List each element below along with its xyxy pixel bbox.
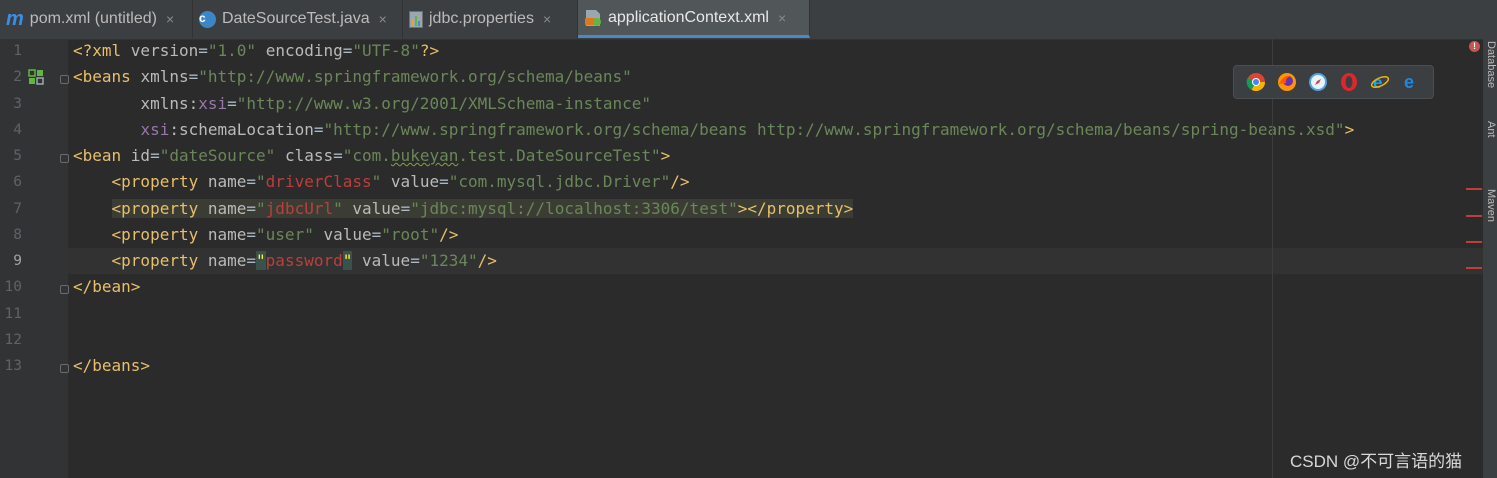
close-icon[interactable]: ×: [778, 10, 786, 26]
line-number: 4: [13, 122, 22, 138]
code-line-5: <bean id="dateSource" class="com.bukeyan…: [73, 146, 671, 165]
code-line-4: xsi:schemaLocation="http://www.springfra…: [140, 120, 1355, 139]
tool-maven[interactable]: Maven: [1483, 189, 1497, 222]
error-stripe-mark[interactable]: [1466, 267, 1482, 269]
watermark: CSDN @不可言语的猫: [1290, 452, 1463, 471]
tab-label: jdbc.properties: [429, 10, 534, 27]
tab-label: pom.xml (untitled): [29, 10, 157, 27]
error-status-icon[interactable]: !: [1469, 41, 1480, 52]
opera-icon[interactable]: [1339, 72, 1359, 92]
chrome-icon[interactable]: [1246, 72, 1266, 92]
spring-bean-gutter-icon[interactable]: [28, 69, 44, 85]
properties-file-icon: [409, 10, 423, 28]
tab-applicationcontext-xml[interactable]: applicationContext.xml ×: [578, 0, 810, 38]
editor-tab-bar: m pom.xml (untitled) × c DateSourceTest.…: [0, 0, 1497, 40]
code-line-3: xmlns:xsi="http://www.w3.org/2001/XMLSch…: [140, 94, 651, 113]
code-line-10: </bean>: [73, 277, 141, 296]
line-number: 6: [13, 174, 22, 190]
close-icon[interactable]: ×: [379, 11, 387, 27]
line-number: 12: [4, 332, 22, 348]
error-stripe-mark[interactable]: [1466, 241, 1482, 243]
right-margin-guide: [1272, 39, 1273, 478]
line-number-current: 9: [13, 253, 22, 269]
line-number: 8: [13, 227, 22, 243]
tab-label: applicationContext.xml: [608, 8, 769, 26]
java-class-icon: c: [199, 10, 216, 28]
code-line-13: </beans>: [73, 356, 151, 375]
code-line-9: <property name="password" value="1234"/>: [111, 251, 497, 270]
svg-text:e: e: [1404, 72, 1414, 92]
right-tool-window-bar: Database Ant Maven: [1483, 39, 1497, 478]
tool-database[interactable]: Database: [1483, 41, 1497, 88]
maven-m-icon: m: [6, 7, 24, 30]
tab-label: DateSourceTest.java: [222, 10, 370, 27]
line-number: 3: [13, 96, 22, 112]
code-line-2: <beans xmlns="http://www.springframework…: [73, 67, 632, 86]
firefox-icon[interactable]: [1277, 72, 1297, 92]
ie-icon[interactable]: e: [1370, 72, 1390, 92]
error-stripe-mark[interactable]: [1466, 188, 1482, 190]
code-line-8: <property name="user" value="root"/>: [111, 225, 459, 244]
line-number: 7: [13, 201, 22, 217]
tab-pom-xml[interactable]: m pom.xml (untitled) ×: [0, 0, 193, 38]
code-editor[interactable]: <?xml version="1.0" encoding="UTF-8"?> <…: [68, 39, 1483, 478]
tab-jdbc-properties[interactable]: jdbc.properties ×: [403, 0, 578, 38]
line-number: 5: [13, 148, 22, 164]
code-line-1: <?xml version="1.0" encoding="UTF-8"?>: [73, 41, 440, 60]
safari-icon[interactable]: [1308, 72, 1328, 92]
xml-spring-icon: [585, 9, 601, 26]
code-line-7: <property name="jdbcUrl" value="jdbc:mys…: [111, 199, 854, 218]
tab-datesourcetest-java[interactable]: c DateSourceTest.java ×: [193, 0, 403, 38]
line-number: 13: [4, 358, 22, 374]
open-in-browser-popup: e e: [1233, 65, 1434, 99]
code-line-6: <property name="driverClass" value="com.…: [111, 172, 690, 191]
close-icon[interactable]: ×: [543, 11, 551, 27]
line-number: 10: [4, 279, 22, 295]
close-icon[interactable]: ×: [166, 11, 174, 27]
line-number: 1: [13, 43, 22, 59]
line-number: 2: [13, 69, 22, 85]
tool-ant[interactable]: Ant: [1483, 121, 1497, 138]
svg-text:e: e: [1373, 73, 1382, 92]
line-number-gutter: 1 2 3 4 5 6 7 8 9 10 11 12 13: [0, 39, 69, 478]
error-stripe-mark[interactable]: [1466, 215, 1482, 217]
line-number: 11: [4, 306, 22, 322]
edge-icon[interactable]: e: [1401, 72, 1421, 92]
